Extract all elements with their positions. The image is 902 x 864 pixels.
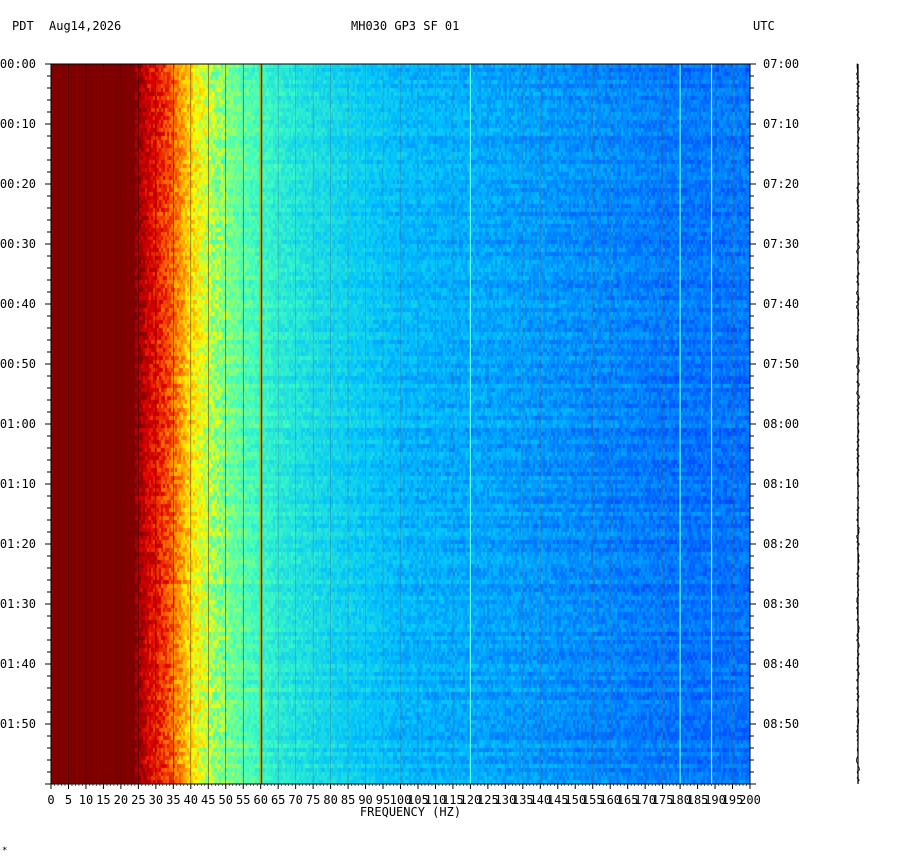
freq-tick-label: 55 [236, 793, 250, 807]
freq-tick-label: 35 [166, 793, 180, 807]
freq-tick-label: 50 [219, 793, 233, 807]
x-axis-title: FREQUENCY (HZ) [360, 805, 461, 819]
left-time-label: 01:20 [0, 537, 36, 551]
spectrogram-chart: 00:00 00:10 00:20 00:30 00:40 00:50 01:00 01:10… [0, 57, 861, 819]
left-time-label: 01:00 [0, 417, 36, 431]
left-time-label: 00:10 [0, 117, 36, 131]
freq-tick-label: 75 [306, 793, 320, 807]
right-time-label: 08:10 [763, 477, 799, 491]
left-time-label: 00:50 [0, 357, 36, 371]
freq-tick-label: 70 [288, 793, 302, 807]
left-time-label: 01:30 [0, 597, 36, 611]
freq-tick-label: 10 [79, 793, 93, 807]
right-time-label: 08:30 [763, 597, 799, 611]
freq-tick-label: 0 [47, 793, 54, 807]
right-time-label: 07:40 [763, 297, 799, 311]
left-time-label: 01:50 [0, 717, 36, 731]
freq-tick-label: 5 [65, 793, 72, 807]
right-time-label: 08:50 [763, 717, 799, 731]
freq-tick-label: 15 [96, 793, 110, 807]
left-time-label: 00:40 [0, 297, 36, 311]
freq-tick-label: 80 [323, 793, 337, 807]
freq-tick-label: 200 [739, 793, 761, 807]
right-time-label: 08:40 [763, 657, 799, 671]
left-time-label: 00:20 [0, 177, 36, 191]
left-time-label: 00:00 [0, 57, 36, 71]
right-time-label: 07:00 [763, 57, 799, 71]
right-time-label: 08:00 [763, 417, 799, 431]
footer-mark: * [2, 846, 8, 856]
seismic-trace [855, 63, 861, 785]
right-time-label: 07:20 [763, 177, 799, 191]
right-time-label: 07:30 [763, 237, 799, 251]
right-time-label: 07:10 [763, 117, 799, 131]
left-time-label: 01:40 [0, 657, 36, 671]
freq-tick-label: 25 [131, 793, 145, 807]
freq-tick-label: 65 [271, 793, 285, 807]
freq-tick-label: 40 [184, 793, 198, 807]
freq-tick-label: 45 [201, 793, 215, 807]
right-time-label: 08:20 [763, 537, 799, 551]
left-time-label: 00:30 [0, 237, 36, 251]
left-time-label: 01:10 [0, 477, 36, 491]
freq-tick-label: 85 [341, 793, 355, 807]
freq-tick-label: 30 [149, 793, 163, 807]
right-time-label: 07:50 [763, 357, 799, 371]
freq-tick-label: 20 [114, 793, 128, 807]
freq-tick-label: 60 [253, 793, 267, 807]
